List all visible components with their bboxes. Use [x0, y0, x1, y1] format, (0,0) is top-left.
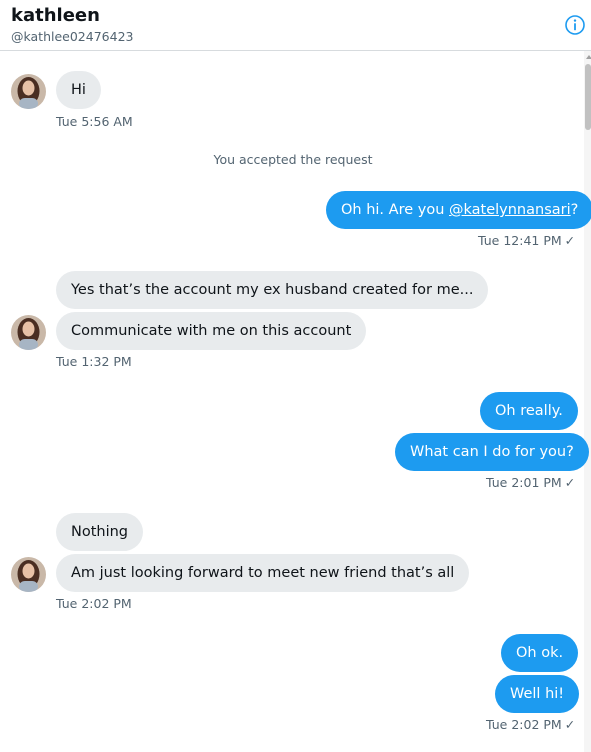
mention-link[interactable]: @katelynnansari	[449, 202, 571, 218]
message-timestamp: Tue 1:32 PM	[56, 354, 132, 369]
system-message: You accepted the request	[213, 152, 373, 167]
message-timestamp: Tue 2:02 PM	[56, 596, 132, 611]
message-bubble-sent[interactable]: Well hi!	[495, 675, 580, 713]
scrollbar-thumb[interactable]	[585, 64, 591, 130]
sent-check-icon: ✓	[564, 475, 576, 490]
message-bubble-received[interactable]: Hi	[56, 71, 101, 109]
message-timestamp: Tue 12:41 PM ✓	[478, 233, 575, 248]
message-text: ?	[570, 202, 579, 218]
avatar[interactable]	[11, 74, 46, 109]
message-bubble-received[interactable]: Nothing	[56, 513, 144, 551]
timestamp-text: Tue 2:02 PM	[486, 717, 562, 732]
timestamp-text: Tue 12:41 PM	[478, 233, 562, 248]
info-icon[interactable]	[564, 14, 586, 36]
message-bubble-received[interactable]: Communicate with me on this account	[56, 312, 367, 350]
message-bubble-sent[interactable]: Oh hi. Are you @katelynnansari?	[326, 191, 591, 229]
sent-check-icon: ✓	[564, 717, 576, 732]
message-bubble-received[interactable]: Yes that’s the account my ex husband cre…	[56, 271, 489, 309]
message-bubble-sent[interactable]: Oh really.	[480, 392, 578, 430]
message-text: Oh hi. Are you	[341, 202, 449, 218]
avatar[interactable]	[11, 557, 46, 592]
message-timestamp: Tue 2:02 PM ✓	[486, 717, 575, 732]
timestamp-text: Tue 2:01 PM	[486, 475, 562, 490]
message-timestamp: Tue 2:01 PM ✓	[486, 475, 575, 490]
message-timestamp: Tue 5:56 AM	[56, 114, 133, 129]
message-bubble-sent[interactable]: What can I do for you?	[395, 433, 589, 471]
message-bubble-received[interactable]: Am just looking forward to meet new frie…	[56, 554, 470, 592]
sent-check-icon: ✓	[564, 233, 576, 248]
message-bubble-sent[interactable]: Oh ok.	[501, 634, 579, 672]
scroll-up-arrow-icon[interactable]	[586, 55, 591, 59]
contact-handle[interactable]: @kathlee02476423	[11, 29, 133, 44]
avatar[interactable]	[11, 315, 46, 350]
conversation-header: kathleen @kathlee02476423	[0, 0, 591, 51]
contact-name[interactable]: kathleen	[11, 5, 100, 26]
